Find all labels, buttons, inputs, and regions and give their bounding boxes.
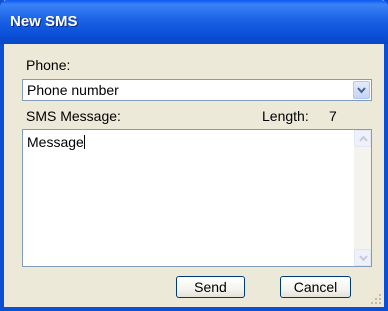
phone-label: Phone: <box>26 57 71 73</box>
message-scrollbar[interactable] <box>354 130 371 266</box>
title-bar[interactable]: New SMS <box>0 0 388 44</box>
scroll-up-arrow-icon <box>359 136 368 142</box>
message-label: SMS Message: <box>26 108 121 124</box>
scroll-down-button[interactable] <box>354 249 371 266</box>
length-label: Length: <box>262 108 309 124</box>
chevron-down-icon <box>357 87 366 94</box>
scroll-down-arrow-icon <box>359 255 368 261</box>
scroll-up-button[interactable] <box>354 130 371 147</box>
cancel-button[interactable]: Cancel <box>280 276 351 298</box>
phone-combobox[interactable]: Phone number <box>22 79 372 101</box>
length-value: 7 <box>329 108 337 124</box>
send-button[interactable]: Send <box>176 276 245 298</box>
message-textarea[interactable]: Message <box>22 129 372 267</box>
phone-input[interactable]: Phone number <box>27 82 119 98</box>
resize-grip-icon[interactable] <box>370 293 382 305</box>
message-text: Message <box>27 134 85 150</box>
text-caret <box>83 135 85 149</box>
dialog-body: Phone: Phone number SMS Message: Length:… <box>4 44 384 307</box>
new-sms-dialog: New SMS Phone: Phone number SMS Message:… <box>0 0 388 311</box>
phone-dropdown-button[interactable] <box>353 81 370 99</box>
window-title: New SMS <box>10 13 78 30</box>
